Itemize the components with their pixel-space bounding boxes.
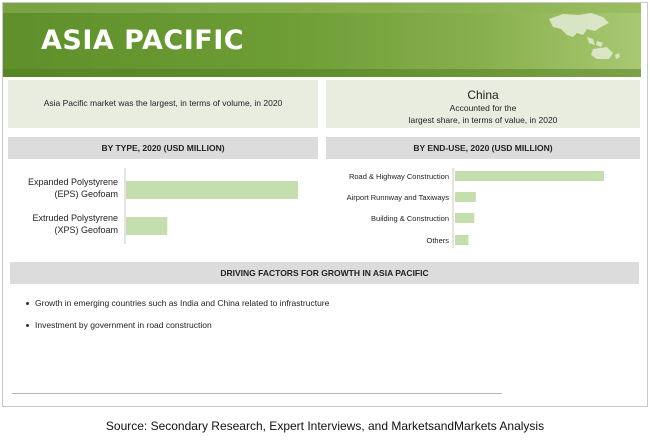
bullet-text: Growth in emerging countries such as Ind…: [35, 298, 330, 308]
summary-right-line2: largest share, in terms of value, in 202…: [408, 115, 558, 125]
banner-stripe-bottom: [3, 69, 641, 77]
bullet-icon: [26, 324, 29, 328]
banner-title: ASIA PACIFIC: [41, 25, 245, 56]
list-item: Investment by government in road constru…: [26, 320, 212, 330]
by-type-header: BY TYPE, 2020 (USD MILLION): [8, 137, 318, 159]
driving-factors-header: DRIVING FACTORS FOR GROWTH IN ASIA PACIF…: [10, 262, 639, 284]
category-label: Others: [426, 236, 449, 245]
summary-right-panel: China Accounted for the largest share, i…: [326, 80, 640, 128]
source-note: Source: Secondary Research, Expert Inter…: [105, 419, 545, 433]
bar: [455, 192, 476, 202]
by-end-use-chart: Road & Highway Construction Airport Runnw…: [347, 168, 604, 248]
region-banner: ASIA PACIFIC: [3, 3, 641, 77]
list-item: Growth in emerging countries such as Ind…: [26, 298, 329, 308]
category-label: Airport Runnway and Taxiways: [347, 193, 450, 202]
bullet-icon: [26, 302, 29, 306]
by-end-use-header: BY END-USE, 2020 (USD MILLION): [326, 137, 640, 159]
bullet-text: Investment by government in road constru…: [35, 320, 212, 330]
category-label: Building & Construction: [371, 214, 449, 223]
divider-line: [12, 393, 502, 394]
bar: [455, 235, 469, 245]
summary-left-panel: Asia Pacific market was the largest, in …: [8, 80, 318, 128]
summary-country: China: [467, 88, 499, 102]
asia-pacific-map-icon: [549, 13, 620, 59]
category-label: Expanded Polystyrene (EPS) Geofoam: [28, 177, 118, 199]
bar: [126, 217, 168, 235]
by-type-chart: Expanded Polystyrene (EPS) Geofoam Extrude…: [28, 168, 298, 244]
summary-left-text: Asia Pacific market was the largest, in …: [43, 98, 283, 108]
bar: [126, 181, 298, 199]
bar: [455, 213, 475, 223]
bar: [455, 171, 604, 181]
category-label: Extruded Polystyrene (XPS) Geofoam: [32, 213, 118, 235]
summary-right-line1: Accounted for the: [449, 103, 517, 113]
category-label: Road & Highway Construction: [349, 172, 449, 181]
